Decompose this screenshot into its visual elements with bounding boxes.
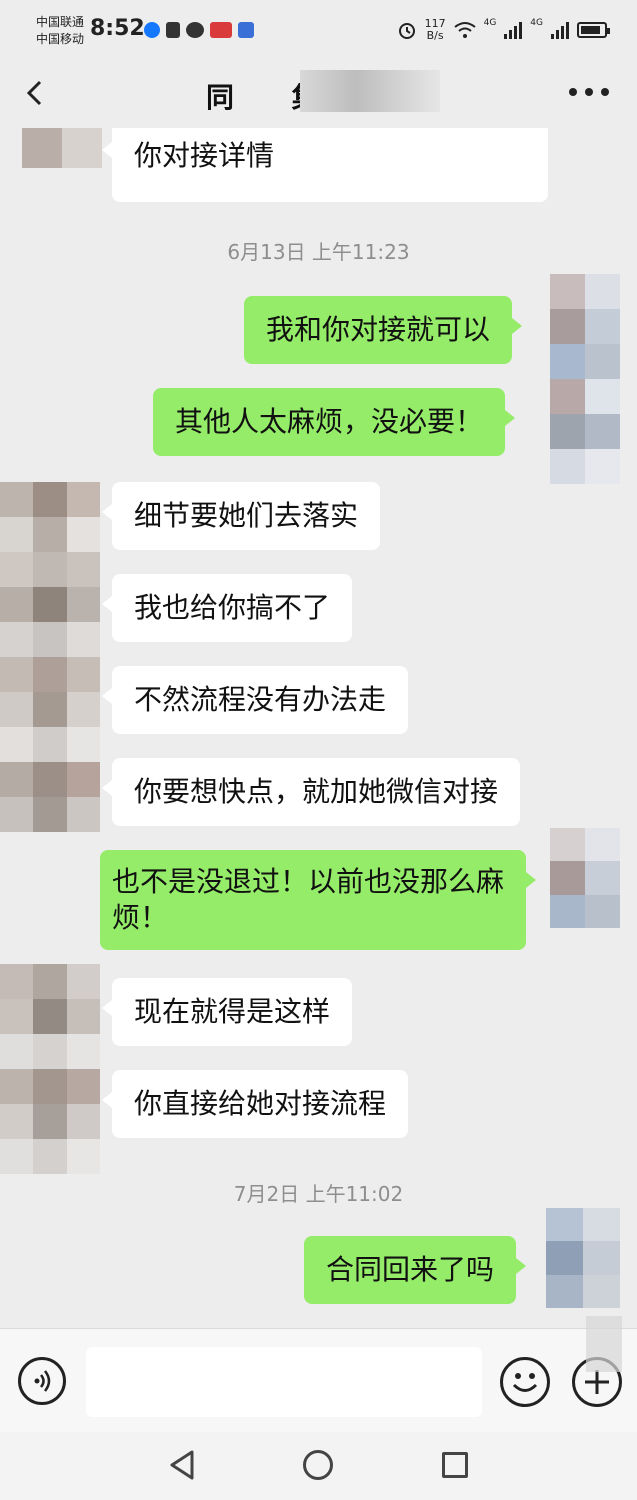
voice-icon — [34, 1370, 51, 1392]
message-text: 不然流程没有办法走 — [134, 683, 387, 716]
message-text: 我也给你搞不了 — [134, 591, 331, 624]
my-avatar[interactable] — [550, 274, 620, 484]
message-bubble-outgoing[interactable]: 其他人太麻烦，没必要！ — [153, 388, 516, 456]
network-speed: 117 B/s — [424, 17, 446, 42]
clock: 8:52 — [90, 16, 145, 41]
signal-1-label: 4G — [483, 18, 497, 28]
carrier-names: 中国联通 中国移动 — [36, 14, 84, 48]
timestamp: 7月2日 上午11:02 — [233, 1182, 404, 1206]
status-bar: 中国联通 中国移动 8:52 117 B/s 4G 4G — [0, 0, 637, 62]
message-bubble-incoming[interactable]: 你要想快点，就加她微信对接 — [101, 758, 521, 826]
message-bubble-incoming[interactable]: 你直接给她对接流程 — [101, 1070, 409, 1138]
message-text: 其他人太麻烦，没必要！ — [175, 405, 484, 438]
contact-avatar[interactable] — [0, 482, 100, 832]
system-navigation-bar — [0, 1432, 637, 1500]
china-telecom-icon — [238, 22, 254, 38]
chevron-left-icon — [26, 80, 42, 106]
contact-avatar[interactable] — [0, 964, 100, 1174]
signal-1-icon — [504, 21, 523, 39]
message-bubble-incoming[interactable]: 我也给你搞不了 — [101, 574, 353, 642]
message-text: 你要想快点，就加她微信对接 — [134, 775, 499, 808]
signal-2-label: 4G — [530, 18, 543, 28]
contact-avatar[interactable] — [22, 128, 102, 168]
my-avatar[interactable] — [550, 828, 620, 928]
message-input[interactable] — [86, 1347, 482, 1417]
back-button[interactable] — [20, 76, 50, 110]
dot-icon — [585, 88, 593, 96]
voice-input-button[interactable] — [18, 1357, 66, 1405]
app-notification-icon — [144, 22, 160, 38]
redacted-name-mosaic — [300, 70, 440, 112]
message-text: 合同回来了吗 — [326, 1253, 495, 1286]
message-bubble-incoming[interactable]: 现在就得是这样 — [101, 978, 353, 1046]
notification-icons — [144, 22, 254, 38]
timestamp: 6月13日 上午11:23 — [227, 240, 410, 264]
more-options-button[interactable] — [569, 88, 609, 100]
input-bar — [0, 1328, 637, 1433]
signal-2-icon — [551, 21, 569, 39]
nav-back-icon[interactable] — [168, 1448, 198, 1482]
emoji-button[interactable] — [500, 1357, 550, 1407]
message-text: 我和你对接就可以 — [266, 313, 491, 346]
nav-home-button[interactable] — [303, 1450, 333, 1480]
message-list[interactable]: 你对接详情 6月13日 上午11:23 我和你对接就可以 其他人太麻烦，没必要！… — [0, 128, 637, 1328]
system-status-icons: 117 B/s 4G 4G — [397, 17, 610, 42]
message-text: 现在就得是这样 — [134, 995, 331, 1028]
wifi-icon — [453, 22, 476, 38]
carrier-2: 中国移动 — [36, 32, 85, 46]
message-bubble-incoming[interactable]: 细节要她们去落实 — [101, 482, 381, 550]
dot-icon — [569, 88, 577, 96]
my-avatar[interactable] — [546, 1208, 620, 1308]
message-bubble-incoming[interactable]: 你对接详情 — [102, 128, 548, 202]
message-bubble-incoming[interactable]: 不然流程没有办法走 — [101, 666, 409, 734]
message-text: 你对接详情 — [134, 139, 275, 172]
emoji-icon — [512, 1373, 538, 1392]
message-bubble-outgoing[interactable]: 合同回来了吗 — [304, 1236, 527, 1304]
dot-icon — [601, 88, 609, 96]
nav-recents-button[interactable] — [442, 1452, 468, 1478]
message-text: 细节要她们去落实 — [134, 499, 359, 532]
message-text: 也不是没退过！以前也没那么麻烦！ — [112, 865, 505, 934]
shop-icon — [210, 22, 232, 38]
battery-icon — [577, 22, 610, 38]
carrier-1: 中国联通 — [36, 15, 85, 29]
message-bubble-outgoing[interactable]: 我和你对接就可以 — [244, 296, 523, 364]
message-bubble-outgoing[interactable]: 也不是没退过！以前也没那么麻烦！ — [100, 850, 536, 950]
alarm-icon — [398, 23, 415, 39]
chat-header: 同 集 — [0, 62, 637, 128]
mosaic-overlay — [586, 1316, 622, 1372]
bottle-icon — [166, 22, 180, 38]
message-text: 你直接给她对接流程 — [134, 1087, 387, 1120]
wechat-icon — [186, 22, 204, 38]
